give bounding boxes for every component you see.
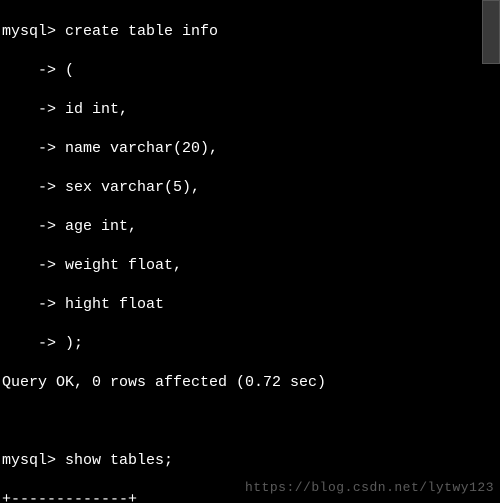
blank-line (2, 412, 498, 432)
prompt-line: mysql> show tables; (2, 451, 498, 471)
result-line: Query OK, 0 rows affected (0.72 sec) (2, 373, 498, 393)
prompt-line: mysql> create table info (2, 22, 498, 42)
cmd-show: show tables; (65, 452, 173, 469)
cont-line: -> ); (2, 334, 498, 354)
terminal[interactable]: mysql> create table info -> ( -> id int,… (0, 0, 500, 503)
cont-line: -> hight float (2, 295, 498, 315)
cont-line: -> ( (2, 61, 498, 81)
cont-line: -> age int, (2, 217, 498, 237)
cont-line: -> name varchar(20), (2, 139, 498, 159)
scrollbar-thumb[interactable] (482, 0, 500, 64)
table-border: +-------------+ (2, 490, 498, 503)
cont-line: -> sex varchar(5), (2, 178, 498, 198)
cont-line: -> weight float, (2, 256, 498, 276)
cont-line: -> id int, (2, 100, 498, 120)
cmd-create: create table info (65, 23, 218, 40)
